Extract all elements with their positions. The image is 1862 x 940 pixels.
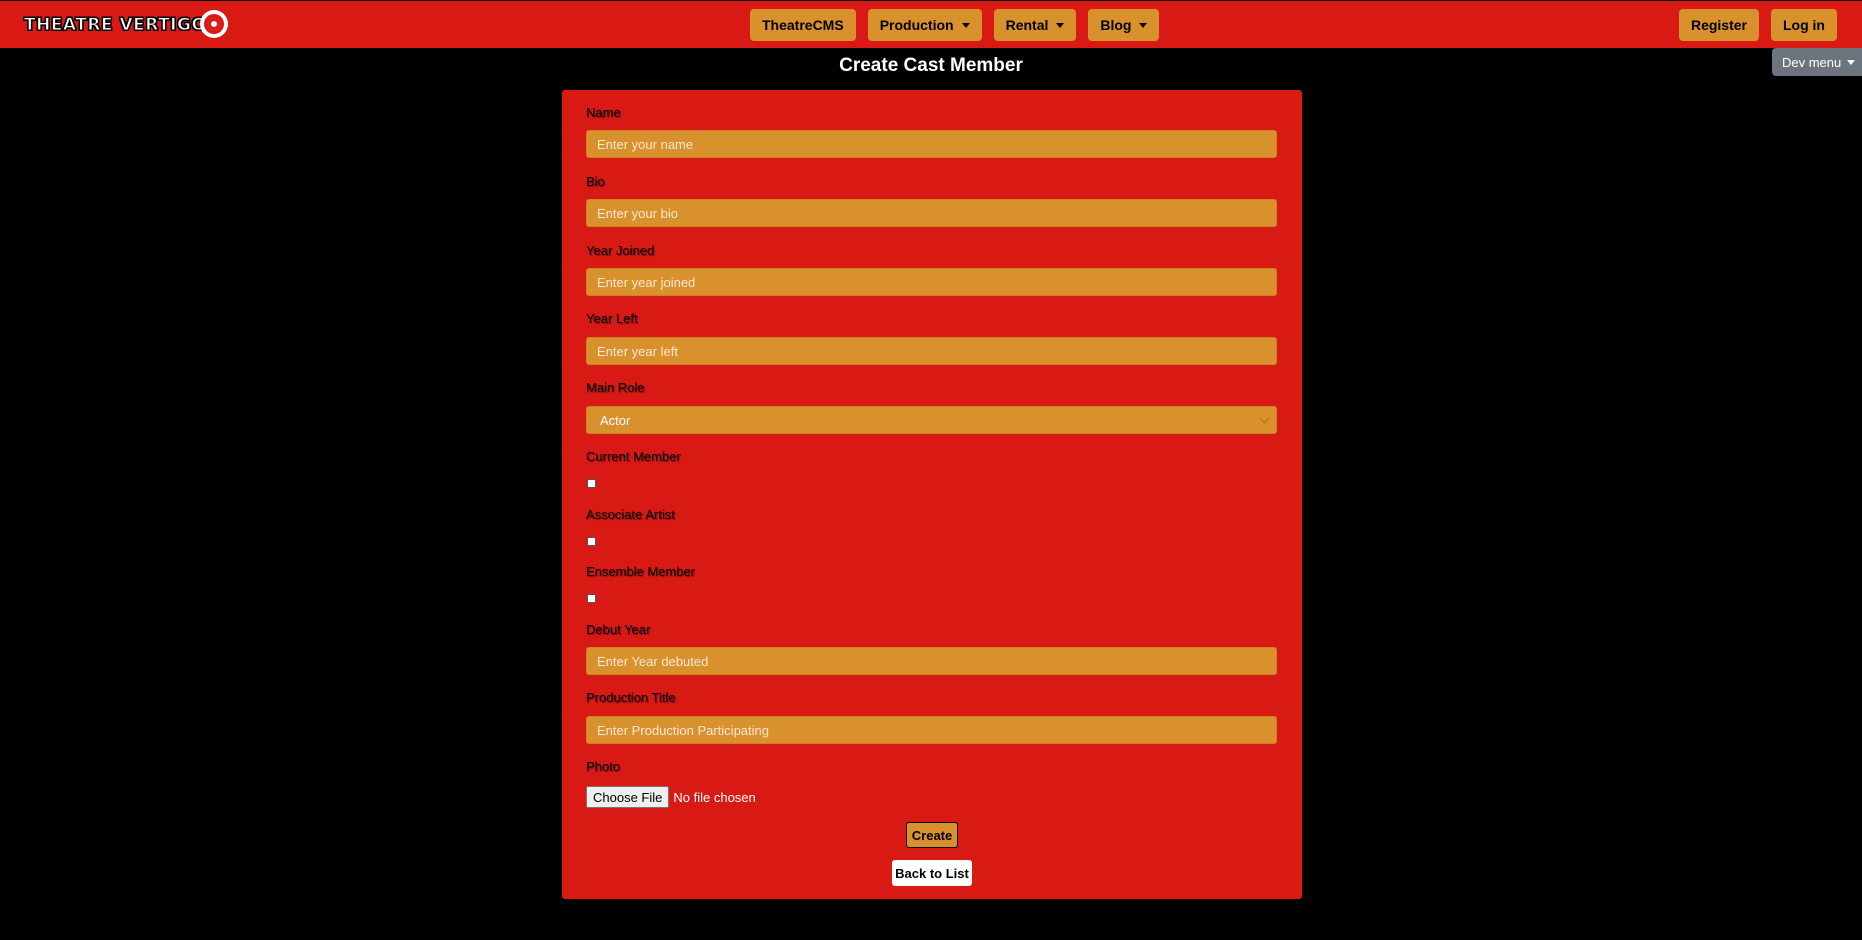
- production-title-input[interactable]: [586, 716, 1277, 744]
- name-label: Name: [586, 105, 621, 120]
- nav-rental-label: Rental: [1005, 17, 1049, 33]
- create-button[interactable]: Create: [906, 822, 958, 848]
- bio-input[interactable]: [586, 199, 1277, 227]
- chevron-down-icon: [1139, 22, 1148, 28]
- ensemble-member-checkbox[interactable]: [587, 594, 596, 603]
- year-joined-label: Year Joined: [586, 243, 655, 258]
- page-title: Create Cast Member: [839, 55, 1023, 76]
- account-nav: Register Log in: [1678, 9, 1837, 41]
- associate-artist-checkbox[interactable]: [587, 537, 596, 546]
- production-title-label: Production Title: [586, 690, 676, 705]
- year-left-input[interactable]: [586, 337, 1277, 365]
- register-button[interactable]: Register: [1678, 9, 1759, 41]
- ensemble-member-label: Ensemble Member: [586, 564, 696, 579]
- create-cast-member-form: Name Bio Year Joined Year Left Main Role…: [562, 90, 1302, 899]
- associate-artist-label: Associate Artist: [586, 507, 675, 522]
- main-role-label: Main Role: [586, 380, 645, 395]
- main-role-value: Actor: [600, 412, 631, 428]
- login-label: Log in: [1783, 17, 1825, 33]
- main-nav: TheatreCMS Production Rental Blog: [750, 9, 1160, 41]
- file-status-text: No file chosen: [673, 789, 756, 805]
- back-to-list-button[interactable]: Back to List: [892, 860, 972, 886]
- nav-rental-dropdown[interactable]: Rental: [993, 9, 1077, 41]
- nav-theatrecms-button[interactable]: TheatreCMS: [750, 9, 856, 41]
- debut-year-input[interactable]: [586, 647, 1277, 675]
- year-joined-input[interactable]: [586, 268, 1277, 296]
- nav-blog-dropdown[interactable]: Blog: [1088, 9, 1160, 41]
- main-role-select[interactable]: Actor: [586, 406, 1277, 434]
- year-left-label: Year Left: [586, 311, 638, 326]
- name-input[interactable]: [586, 130, 1277, 158]
- top-navbar: THEATRE VERTIGO TheatreCMS Production Re…: [0, 0, 1862, 48]
- logo-ring-icon: [200, 10, 229, 38]
- nav-production-label: Production: [879, 17, 954, 33]
- login-button[interactable]: Log in: [1771, 9, 1837, 41]
- photo-label: Photo: [586, 759, 620, 774]
- nav-theatrecms-label: TheatreCMS: [762, 17, 844, 33]
- chevron-down-icon: [1259, 413, 1270, 424]
- logo-text: THEATRE VERTIGO: [23, 15, 207, 36]
- brand-logo[interactable]: THEATRE VERTIGO: [23, 9, 229, 41]
- chevron-down-icon: [961, 22, 970, 28]
- current-member-checkbox[interactable]: [587, 479, 596, 488]
- nav-production-dropdown[interactable]: Production: [867, 9, 982, 41]
- photo-file-picker: Choose File No file chosen: [586, 786, 756, 808]
- current-member-label: Current Member: [586, 449, 681, 464]
- register-label: Register: [1690, 17, 1747, 33]
- bio-label: Bio: [586, 174, 605, 189]
- choose-file-button[interactable]: Choose File: [586, 786, 670, 808]
- nav-blog-label: Blog: [1100, 17, 1132, 33]
- debut-year-label: Debut Year: [586, 622, 651, 637]
- chevron-down-icon: [1056, 22, 1065, 28]
